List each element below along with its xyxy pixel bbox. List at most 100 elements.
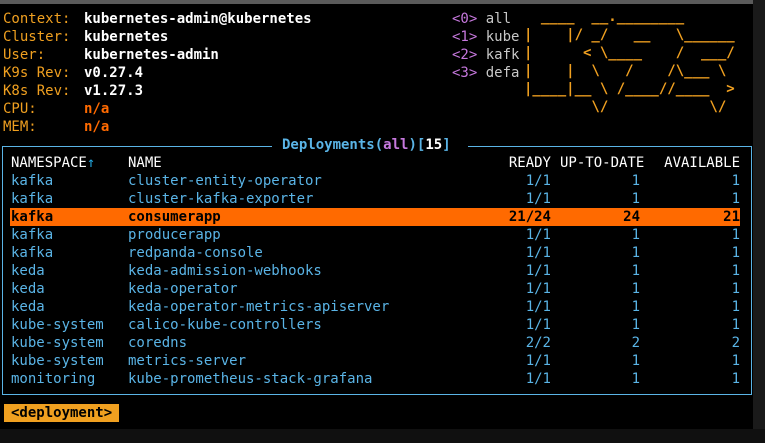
cell-name: metrics-server [128, 353, 247, 369]
cell-namespace: keda [11, 263, 45, 279]
user-value: kubernetes-admin [84, 47, 219, 63]
table-row[interactable]: kube-system metrics-server 1/1 1 1 [10, 352, 740, 370]
cell-namespace: kafka [11, 209, 54, 225]
cell-ready: 1/1 [525, 173, 551, 189]
cell-ready: 2/2 [525, 335, 551, 351]
header-available[interactable]: AVAILABLE [655, 154, 740, 172]
view-close-paren: ) [408, 137, 417, 153]
table-row[interactable]: monitoring kube-prometheus-stack-grafana 1… [10, 370, 740, 388]
cell-uptodate: 1 [631, 317, 640, 333]
cell-available: 1 [731, 173, 740, 189]
header-name[interactable]: NAME [128, 154, 162, 172]
shortcut-3[interactable]: <3> defa [452, 64, 519, 82]
shortcut-1[interactable]: <1> kube [452, 28, 519, 46]
view-scope: all [383, 137, 409, 153]
table-row[interactable]: kafka redpanda-console 1/1 1 1 [10, 244, 740, 262]
logo-line: |____|__ \ /____//____ > [524, 81, 735, 97]
cell-namespace: kafka [11, 227, 54, 243]
cell-uptodate: 2 [631, 335, 640, 351]
k8s-rev-value: v1.27.3 [84, 83, 144, 99]
cell-available: 2 [731, 335, 740, 351]
cell-uptodate: 1 [631, 227, 640, 243]
shortcut-key: <2> [452, 47, 478, 63]
table-row[interactable]: keda keda-admission-webhooks 1/1 1 1 [10, 262, 740, 280]
cell-available: 1 [731, 191, 740, 207]
header-ready[interactable]: READY [486, 154, 551, 172]
mem-value: n/a [84, 119, 110, 135]
table-row[interactable]: kafka producerapp 1/1 1 1 [10, 226, 740, 244]
table-row-selected[interactable]: kafka consumerapp 21/24 24 21 [10, 208, 740, 226]
cell-available: 1 [731, 317, 740, 333]
header-uptodate[interactable]: UP-TO-DATE [560, 154, 644, 172]
logo-line: | |/ _/ __ \______ [524, 27, 735, 43]
cell-ready: 1/1 [525, 263, 551, 279]
context-value: kubernetes-admin@kubernetes [84, 11, 312, 27]
cell-namespace: kube-system [11, 353, 104, 369]
cell-namespace: monitoring [11, 371, 96, 387]
cell-available: 1 [731, 227, 740, 243]
count-close: ] [442, 137, 451, 153]
cell-uptodate: 24 [623, 209, 640, 225]
cell-ready: 1/1 [525, 227, 551, 243]
cell-uptodate: 1 [631, 299, 640, 315]
k9s-logo: ____ __.________ | |/ _/ __ \______ | < \_… [524, 8, 735, 116]
k8s-rev-label: K8s Rev: [3, 83, 71, 99]
cell-uptodate: 1 [631, 173, 640, 189]
cell-name: keda-operator-metrics-apiserver [128, 299, 390, 315]
table-row[interactable]: kube-system coredns 2/2 2 2 [10, 334, 740, 352]
cell-available: 1 [731, 281, 740, 297]
cell-available: 1 [731, 263, 740, 279]
shortcut-label: defa [485, 65, 520, 81]
view-open-paren: ( [374, 137, 384, 153]
frame-border-top-left [2, 146, 272, 147]
header-namespace[interactable]: NAMESPACE↑ [11, 154, 95, 172]
table-row[interactable]: kube-system calico-kube-controllers 1/1 1 1 [10, 316, 740, 334]
table-row[interactable]: keda keda-operator 1/1 1 1 [10, 280, 740, 298]
cell-available: 1 [731, 353, 740, 369]
view-count: 15 [425, 137, 443, 153]
user-label: User: [3, 47, 46, 63]
mem-label: MEM: [3, 119, 37, 135]
frame-border-top-right [468, 146, 752, 147]
breadcrumb-deployment[interactable]: <deployment> [4, 404, 120, 422]
cell-available: 21 [723, 209, 740, 225]
cell-ready: 1/1 [525, 371, 551, 387]
cell-namespace: kube-system [11, 335, 104, 351]
cell-available: 1 [731, 245, 740, 261]
table-row[interactable]: keda keda-operator-metrics-apiserver 1/1 1 1 [10, 298, 740, 316]
cell-namespace: keda [11, 299, 45, 315]
cell-name: kube-prometheus-stack-grafana [128, 371, 373, 387]
logo-line: \/ \/ [524, 99, 727, 115]
shortcut-2[interactable]: <2> kafk [452, 46, 519, 64]
sort-arrow-icon: ↑ [86, 155, 96, 171]
cell-name: cluster-kafka-exporter [128, 191, 314, 207]
cell-namespace: kube-system [11, 317, 104, 333]
cell-uptodate: 1 [631, 353, 640, 369]
cell-available: 1 [731, 299, 740, 315]
logo-line: ____ __.________ [524, 9, 685, 25]
context-label: Context: [3, 11, 71, 27]
cell-uptodate: 1 [631, 371, 640, 387]
table-header: NAMESPACE↑ NAME READY UP-TO-DATE AVAILAB… [0, 154, 750, 172]
cell-name: keda-admission-webhooks [128, 263, 322, 279]
cell-namespace: kafka [11, 245, 54, 261]
logo-line: | | \ / /\___ \ [524, 63, 727, 79]
shortcut-label: all [485, 11, 512, 27]
header-namespace-label: NAMESPACE [11, 155, 87, 171]
logo-line: | < \____ / ___/ [524, 45, 735, 61]
cpu-label: CPU: [3, 101, 37, 117]
cell-name: calico-kube-controllers [128, 317, 322, 333]
cell-ready: 1/1 [525, 299, 551, 315]
cell-uptodate: 1 [631, 263, 640, 279]
view-title: Deployments(all)[15] [282, 136, 451, 154]
table-row[interactable]: kafka cluster-kafka-exporter 1/1 1 1 [10, 190, 740, 208]
shortcut-key: <1> [452, 29, 478, 45]
shortcut-0[interactable]: <0> all [452, 10, 511, 28]
cpu-value: n/a [84, 101, 110, 117]
cell-namespace: kafka [11, 191, 54, 207]
cell-ready: 1/1 [525, 281, 551, 297]
cell-name: keda-operator [128, 281, 238, 297]
table-row[interactable]: kafka cluster-entity-operator 1/1 1 1 [10, 172, 740, 190]
cell-ready: 1/1 [525, 353, 551, 369]
cell-uptodate: 1 [631, 281, 640, 297]
